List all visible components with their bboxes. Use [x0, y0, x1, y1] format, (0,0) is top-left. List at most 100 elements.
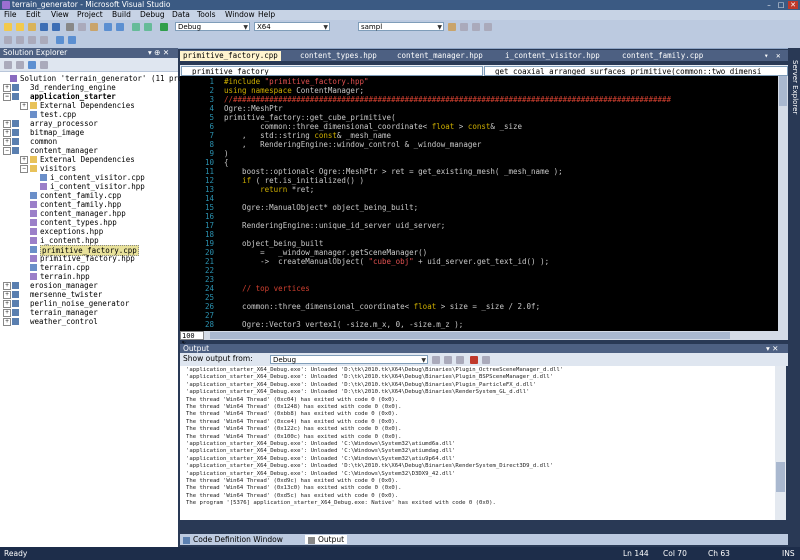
copy-icon[interactable] [78, 23, 86, 31]
add-item-icon[interactable] [16, 23, 24, 31]
output-vertical-scrollbar[interactable] [775, 366, 786, 520]
tab-code-definition-window[interactable]: Code Definition Window [183, 535, 283, 544]
tree-item-terrain-hpp[interactable]: terrain.hpp [0, 272, 178, 281]
tree-item-content-types-hpp[interactable]: content_types.hpp [0, 218, 178, 227]
find-combo[interactable]: sampl ▼ [358, 22, 444, 31]
tab-i-content-visitor-hpp[interactable]: i_content_visitor.hpp [505, 51, 600, 61]
scrollbar-thumb[interactable] [776, 462, 785, 492]
scrollbar-thumb[interactable] [779, 76, 787, 106]
tree-item-primitive-factory-cpp[interactable]: primitive_factory.cpp [0, 245, 178, 256]
expand-icon[interactable]: + [3, 300, 11, 308]
platform-select[interactable]: X64 ▼ [254, 22, 330, 31]
menu-tools[interactable]: Tools [197, 10, 215, 20]
indent-icon[interactable] [28, 36, 36, 44]
tree-item-terrain-cpp[interactable]: terrain.cpp [0, 263, 178, 272]
tab-primitive-factory-cpp[interactable]: primitive_factory.cpp [180, 51, 281, 61]
menu-help[interactable]: Help [258, 10, 275, 20]
save-all-icon[interactable] [52, 23, 60, 31]
expand-icon[interactable]: + [3, 291, 11, 299]
tree-item-bitmap-image[interactable]: + bitmap_image [0, 128, 178, 137]
refresh-icon[interactable] [28, 61, 36, 69]
save-icon[interactable] [40, 23, 48, 31]
solution-config-select[interactable]: Debug ▼ [175, 22, 250, 31]
type-scope-select[interactable]: primitive_factory [181, 66, 483, 76]
expand-icon[interactable]: + [3, 309, 11, 317]
collapse-icon[interactable]: − [3, 147, 11, 155]
tree-item-weather-control[interactable]: + weather_control [0, 317, 178, 326]
properties-icon[interactable] [472, 23, 480, 31]
tree-item-mersenne-twister[interactable]: + mersenne_twister [0, 290, 178, 299]
tree-item-content-manager[interactable]: − content_manager [0, 146, 178, 155]
tree-item-i-content-visitor-hpp[interactable]: i_content_visitor.hpp [0, 182, 178, 191]
output-source-select[interactable]: Debug ▼ [270, 355, 428, 364]
comment-icon[interactable] [4, 36, 12, 44]
editor-vertical-scrollbar[interactable] [778, 76, 788, 331]
expand-icon[interactable]: + [3, 84, 11, 92]
minimize-button[interactable]: – [764, 1, 774, 9]
expand-icon[interactable]: + [20, 102, 28, 110]
tree-item-array-processor[interactable]: + array_processor [0, 119, 178, 128]
expand-icon[interactable]: + [3, 318, 11, 326]
redo-icon[interactable] [116, 23, 124, 31]
expand-icon[interactable]: + [3, 138, 11, 146]
tree-item-i-content-hpp[interactable]: i_content.hpp [0, 236, 178, 245]
find-message-icon[interactable] [432, 356, 440, 364]
zoom-level-select[interactable]: 100 % [180, 331, 204, 348]
panel-options-icon[interactable]: ▾ ✕ [766, 344, 778, 353]
clear-all-icon[interactable] [470, 356, 478, 364]
properties-icon[interactable] [4, 61, 12, 69]
outdent-icon[interactable] [40, 36, 48, 44]
open-file-icon[interactable] [28, 23, 36, 31]
editor-horizontal-scrollbar[interactable] [180, 331, 788, 340]
cut-icon[interactable] [66, 23, 74, 31]
tab-content-types-hpp[interactable]: content_types.hpp [300, 51, 377, 61]
tree-item-i-content-visitor-cpp[interactable]: i_content_visitor.cpp [0, 173, 178, 182]
tree-item-perlin-noise-generator[interactable]: + perlin_noise_generator [0, 299, 178, 308]
next-message-icon[interactable] [456, 356, 464, 364]
tree-item-common[interactable]: + common [0, 137, 178, 146]
tree-item-visitors[interactable]: − visitors [0, 164, 178, 173]
start-debugging-icon[interactable] [160, 23, 168, 31]
prev-message-icon[interactable] [444, 356, 452, 364]
navigate-forward-icon[interactable] [144, 23, 152, 31]
tree-item-primitive-factory-hpp[interactable]: primitive_factory.hpp [0, 254, 178, 263]
tree-item-external-dependencies-2[interactable]: + External Dependencies [0, 155, 178, 164]
tab-list-icon[interactable]: ▾ [764, 51, 769, 61]
tab-output[interactable]: Output [305, 535, 348, 544]
tree-item-content-family-cpp[interactable]: content_family.cpp [0, 191, 178, 200]
paste-icon[interactable] [90, 23, 98, 31]
close-button[interactable]: ✕ [788, 1, 798, 9]
tab-content-manager-hpp[interactable]: content_manager.hpp [397, 51, 483, 61]
close-tab-icon[interactable]: ✕ [776, 51, 781, 61]
tree-item-terrain-manager[interactable]: + terrain_manager [0, 308, 178, 317]
tree-item-3d-rendering-engine[interactable]: + 3d_rendering_engine [0, 83, 178, 92]
view-class-diagram-icon[interactable] [40, 61, 48, 69]
bookmark-icon[interactable] [56, 36, 64, 44]
menu-edit[interactable]: Edit [26, 10, 41, 20]
expand-icon[interactable]: + [3, 129, 11, 137]
tree-item-solution[interactable]: Solution 'terrain_generator' (11 proj [0, 74, 187, 83]
maximize-button[interactable]: □ [776, 1, 786, 9]
toolbox-icon[interactable] [484, 23, 492, 31]
menu-file[interactable]: File [4, 10, 17, 20]
collapse-icon[interactable]: − [3, 93, 11, 101]
tree-item-exceptions-hpp[interactable]: exceptions.hpp [0, 227, 178, 236]
tree-item-erosion-manager[interactable]: + erosion_manager [0, 281, 178, 290]
undo-icon[interactable] [104, 23, 112, 31]
tree-item-content-manager-hpp[interactable]: content_manager.hpp [0, 209, 178, 218]
menu-build[interactable]: Build [112, 10, 131, 20]
member-select[interactable]: get_coaxial_arranged_surfaces_primitive(… [484, 66, 788, 76]
tree-item-content-family-hpp[interactable]: content_family.hpp [0, 200, 178, 209]
expand-icon[interactable]: + [3, 282, 11, 290]
new-project-icon[interactable] [4, 23, 12, 31]
next-bookmark-icon[interactable] [68, 36, 76, 44]
expand-icon[interactable]: + [3, 120, 11, 128]
server-explorer-tab[interactable]: Server Explorer [789, 60, 799, 140]
menu-project[interactable]: Project [77, 10, 103, 20]
panel-options-icon[interactable]: ▾ ⊕ ✕ [148, 48, 169, 58]
tab-content-family-cpp[interactable]: content_family.cpp [622, 51, 703, 61]
navigate-back-icon[interactable] [132, 23, 140, 31]
menu-window[interactable]: Window [225, 10, 255, 20]
menu-data[interactable]: Data [172, 10, 190, 20]
menu-view[interactable]: View [51, 10, 69, 20]
